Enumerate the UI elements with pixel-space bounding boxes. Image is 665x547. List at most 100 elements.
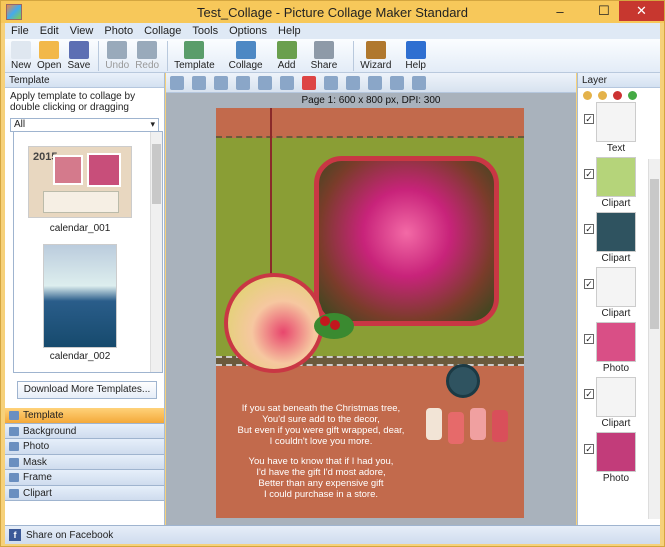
wizard-button[interactable]: Wizard (360, 39, 391, 71)
undo-icon (107, 41, 128, 59)
menu-item-options[interactable]: Options (229, 25, 267, 37)
wizard-label: Wizard (360, 60, 392, 71)
open-button[interactable]: Open (37, 39, 61, 71)
template-icon (184, 41, 205, 59)
new-icon (11, 41, 31, 59)
layer-visible-checkbox[interactable]: ✓ (584, 334, 594, 344)
menu-item-tools[interactable]: Tools (192, 25, 218, 37)
help-label: Help (405, 60, 426, 71)
background-icon (9, 426, 19, 436)
move-up-icon[interactable] (583, 90, 592, 100)
facebook-icon[interactable]: f (9, 529, 21, 541)
template-thumbnail: 2015 (28, 146, 132, 218)
menu-bar: File Edit View Photo Collage Tools Options Help (5, 23, 660, 39)
minimize-button[interactable]: – (546, 1, 574, 21)
add-icon (276, 41, 297, 59)
photo-frame-circle[interactable] (224, 273, 324, 373)
delete-tool-icon[interactable] (302, 75, 316, 90)
layer-label: Clipart (601, 418, 631, 429)
layer-thumbnail (596, 322, 636, 362)
crop-tool-icon[interactable] (192, 75, 206, 90)
new-label: New (11, 60, 32, 71)
template-item[interactable]: 2015 calendar_001 (28, 146, 132, 234)
canvas-toolbar (166, 73, 576, 93)
layer-thumbnail (596, 432, 636, 472)
save-icon (68, 41, 89, 59)
add-label: Add (277, 60, 296, 71)
template-list: 2015 calendar_001 calendar_002 (13, 131, 163, 373)
open-icon (39, 41, 60, 59)
size-tool-icon[interactable] (368, 75, 382, 90)
group-tool-icon[interactable] (390, 75, 404, 90)
template-hint: Apply template to collage by double clic… (10, 91, 136, 113)
undo-label: Undo (105, 60, 130, 71)
add-button[interactable]: Add (276, 39, 297, 71)
align-tool-icon[interactable] (324, 75, 338, 90)
redo-button[interactable]: Redo (135, 39, 159, 71)
nav-frame[interactable]: Frame (5, 470, 164, 486)
close-button[interactable]: ✕ (619, 1, 664, 21)
template-scrollbar[interactable] (150, 132, 162, 372)
help-button[interactable]: Help (405, 39, 426, 71)
save-button[interactable]: Save (67, 39, 90, 71)
layer-visible-checkbox[interactable]: ✓ (584, 224, 594, 234)
layer-item[interactable]: ✓ Text (578, 102, 660, 157)
layer-visible-checkbox[interactable]: ✓ (584, 279, 594, 289)
title-bar: Test_Collage - Picture Collage Maker Sta… (1, 1, 664, 23)
up-tool-icon[interactable] (214, 75, 228, 90)
open-label: Open (37, 60, 62, 71)
rotate2-tool-icon[interactable] (280, 75, 294, 90)
menu-item-photo[interactable]: Photo (104, 25, 133, 37)
template-item[interactable]: calendar_002 (28, 244, 132, 362)
poem-line: I could purchase in a store. (263, 489, 379, 500)
menu-item-view[interactable]: View (70, 25, 94, 37)
nav-clipart[interactable]: Clipart (5, 485, 164, 501)
layer-visible-checkbox[interactable]: ✓ (584, 114, 594, 124)
person-tool-icon[interactable] (170, 75, 184, 90)
main-toolbar: New Open Save Undo Redo Template Collage Add Sha… (5, 39, 660, 73)
layer-thumbnail (596, 157, 636, 197)
layer-visible-checkbox[interactable]: ✓ (584, 169, 594, 179)
poem-text[interactable]: If you sat beneath the Christmas tree, Yo… (236, 403, 406, 509)
layer-visible-checkbox[interactable]: ✓ (584, 444, 594, 454)
layer-thumbnail (596, 267, 636, 307)
nav-photo[interactable]: Photo (5, 439, 164, 455)
down-tool-icon[interactable] (236, 75, 250, 90)
new-button[interactable]: New (11, 39, 31, 71)
template-button[interactable]: Template (174, 39, 215, 71)
wax-seal-clipart[interactable] (446, 364, 480, 398)
layer-label: Clipart (601, 308, 631, 319)
share-button[interactable]: Share (311, 39, 337, 71)
maximize-button[interactable]: ☐ (590, 1, 618, 21)
layer-scrollbar[interactable] (648, 159, 660, 519)
save-label: Save (67, 60, 91, 71)
layer-visible-checkbox[interactable]: ✓ (584, 389, 594, 399)
photo-frame-main[interactable] (314, 156, 499, 326)
menu-item-edit[interactable]: Edit (40, 25, 59, 37)
delete-layer-icon[interactable] (613, 90, 622, 100)
layer-label: Photo (602, 473, 630, 484)
undo-button[interactable]: Undo (105, 39, 129, 71)
collage-button[interactable]: Collage (229, 39, 263, 71)
move-down-icon[interactable] (598, 90, 607, 100)
distribute-tool-icon[interactable] (346, 75, 360, 90)
menu-item-help[interactable]: Help (278, 25, 301, 37)
download-templates-button[interactable]: Download More Templates... (17, 381, 157, 399)
menu-item-collage[interactable]: Collage (144, 25, 181, 37)
app-window: Test_Collage - Picture Collage Maker Sta… (0, 0, 665, 547)
menu-item-file[interactable]: File (11, 25, 29, 37)
layer-label: Text (606, 143, 626, 154)
rotate-tool-icon[interactable] (258, 75, 272, 90)
nav-background[interactable]: Background (5, 423, 164, 439)
stockings-clipart[interactable] (426, 398, 521, 448)
nav-mask[interactable]: Mask (5, 454, 164, 470)
nav-template[interactable]: Template (5, 408, 164, 424)
share-facebook-link[interactable]: Share on Facebook (26, 530, 113, 541)
collage-page[interactable]: If you sat beneath the Christmas tree, Yo… (216, 108, 524, 518)
template-icon (9, 411, 19, 420)
swap-layer-icon[interactable] (628, 90, 637, 100)
collage-label: Collage (228, 60, 263, 71)
template-filter-select[interactable]: All (10, 118, 159, 132)
info-tool-icon[interactable] (412, 75, 426, 90)
template-name: calendar_001 (49, 223, 111, 234)
